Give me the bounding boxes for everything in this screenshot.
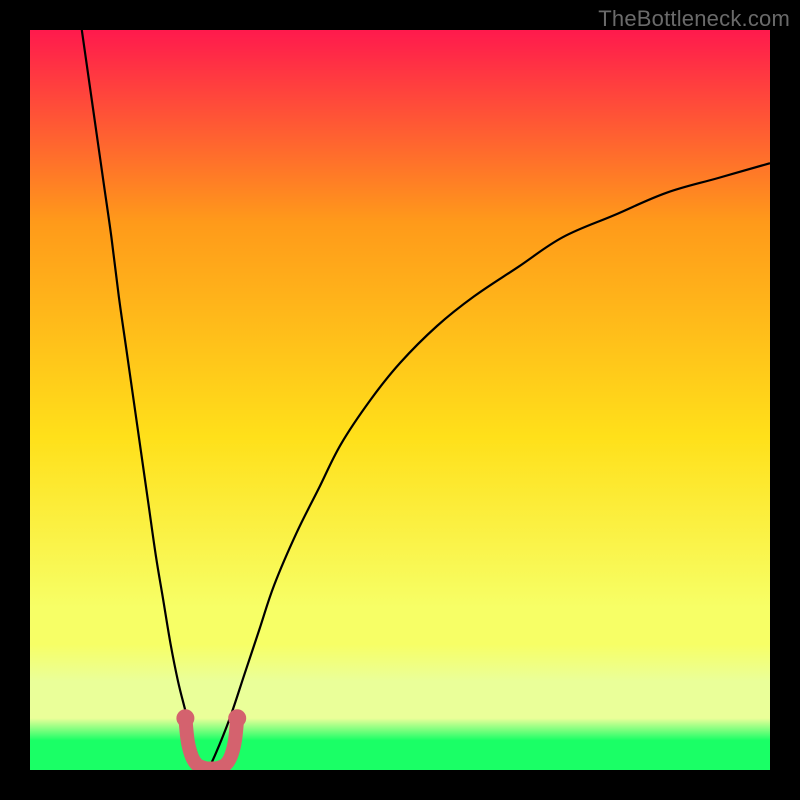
- chart-svg: [30, 30, 770, 770]
- gradient-background: [30, 30, 770, 770]
- chart-frame: TheBottleneck.com: [0, 0, 800, 800]
- trough-end-dot: [228, 709, 246, 727]
- plot-area: [30, 30, 770, 770]
- watermark-text: TheBottleneck.com: [598, 6, 790, 32]
- trough-end-dot: [176, 709, 194, 727]
